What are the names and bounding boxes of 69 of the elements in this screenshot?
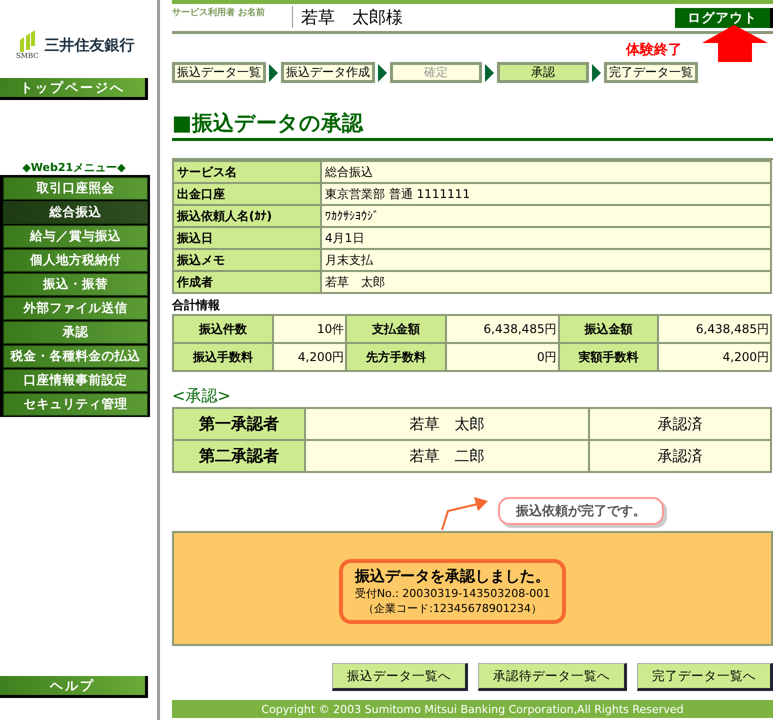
approval-title: <承認>: [172, 386, 232, 407]
company-code: （企業コード:12345678901234）: [363, 601, 542, 616]
approver-name: 若草 二郎: [305, 440, 590, 472]
field-label: 作成者: [173, 271, 321, 293]
approver-name: 若草 太郎: [305, 408, 590, 440]
total-label: 支払金額: [346, 315, 446, 343]
total-label: 先方手数料: [346, 343, 446, 371]
approver-role: 第一承認者: [173, 408, 305, 440]
field-label: 振込日: [173, 227, 321, 249]
user-label: サービス利用者 お名前: [172, 6, 266, 19]
menu-item[interactable]: 給与／賞与振込: [3, 225, 148, 248]
total-value: 4,200円: [658, 343, 771, 371]
menu-item[interactable]: 取引口座照会: [3, 177, 148, 200]
field-value: 東京営業部 普通 1111111: [321, 183, 771, 205]
receipt-number: 受付No.: 20030319-143503208-001: [354, 586, 550, 601]
copyright-text: Copyright © 2003 Sumitomo Mitsui Banking Corporation,All Rights Reserved: [261, 702, 684, 716]
menu-item[interactable]: 外部ファイル送信: [3, 297, 148, 320]
total-value: 4,200円: [272, 343, 346, 371]
step-arrow-icon: [484, 62, 495, 82]
step-label: 振込データ作成: [281, 62, 375, 83]
top-page-button[interactable]: トップページへ: [0, 78, 148, 100]
step-arrow-icon: [591, 62, 602, 82]
step-label: 承認: [497, 62, 589, 83]
field-label: サービス名: [173, 161, 321, 183]
arrow-icon: [700, 25, 770, 63]
menu-item[interactable]: 口座情報事前設定: [3, 369, 148, 392]
total-value: 0円: [446, 343, 559, 371]
field-label: 振込依頼人名(ｶﾅ): [173, 205, 321, 227]
menu-item[interactable]: 承認: [3, 321, 148, 344]
field-value: 総合振込: [321, 161, 771, 183]
callout-bubble: 振込依頼が完了です。: [498, 497, 664, 525]
menu-item[interactable]: 振込・振替: [3, 273, 148, 296]
nav-button[interactable]: 完了データ一覧へ: [637, 663, 773, 691]
step-label: 確定: [390, 62, 482, 83]
menu-title: ◆Web21メニュー◆: [21, 160, 127, 175]
bank-name: 三井住友銀行: [44, 36, 135, 54]
annotation-text: 体験終了: [626, 41, 682, 59]
field-value: 若草 太郎: [321, 271, 771, 293]
logout-button[interactable]: ログアウト: [675, 8, 773, 28]
approval-status: 承認済: [589, 440, 771, 472]
nav-button[interactable]: 承認待データ一覧へ: [478, 663, 627, 691]
menu-item[interactable]: 総合振込: [3, 201, 148, 224]
total-label: 振込件数: [173, 315, 273, 343]
total-value: 10件: [272, 315, 346, 343]
page-title: ■振込データの承認: [172, 109, 773, 141]
result-message: 振込データを承認しました。: [355, 567, 550, 586]
step-arrow-icon: [268, 62, 279, 82]
field-value: 4月1日: [321, 227, 771, 249]
total-label: 振込手数料: [173, 343, 273, 371]
nav-button[interactable]: 振込データ一覧へ: [332, 663, 468, 691]
menu-item[interactable]: 個人地方税納付: [3, 249, 148, 272]
approver-role: 第二承認者: [173, 440, 305, 472]
step-arrow-icon: [377, 62, 388, 82]
menu-item[interactable]: セキュリティ管理: [3, 393, 148, 416]
field-value: 月末支払: [321, 249, 771, 271]
total-value: 6,438,485円: [446, 315, 559, 343]
total-label: 実額手数料: [558, 343, 658, 371]
totals-title: 合計情報: [172, 297, 221, 314]
field-value: ﾜｶｸｻｼﾖｳｼﾞ: [321, 205, 771, 227]
approval-status: 承認済: [589, 408, 771, 440]
total-value: 6,438,485円: [658, 315, 771, 343]
total-label: 振込金額: [558, 315, 658, 343]
field-label: 振込メモ: [173, 249, 321, 271]
menu-item[interactable]: 税金・各種料金の払込: [3, 345, 148, 368]
step-label: 完了データ一覧: [604, 62, 698, 83]
logo-icon: [18, 30, 36, 52]
step-label: 振込データ一覧: [172, 62, 266, 83]
field-label: 出金口座: [173, 183, 321, 205]
help-button[interactable]: ヘルプ: [0, 676, 148, 698]
